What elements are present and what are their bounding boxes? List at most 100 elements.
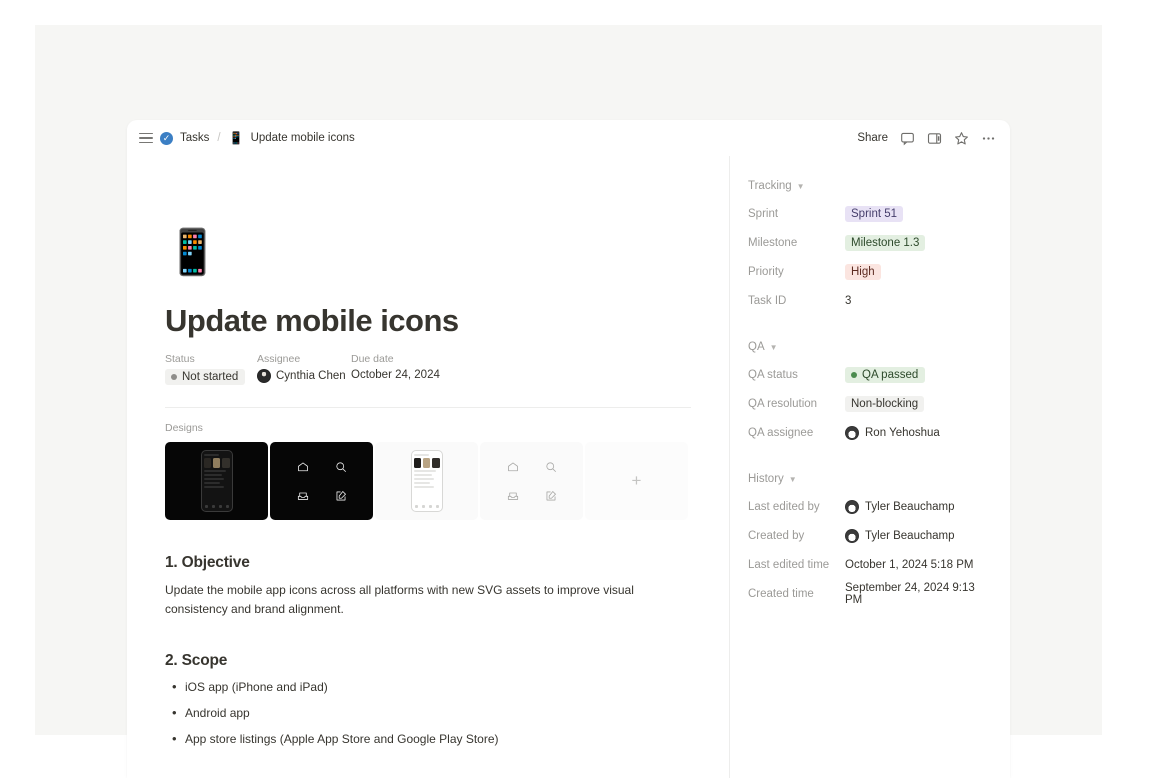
breadcrumb-current[interactable]: Update mobile icons [251, 132, 355, 144]
design-card-light-icons[interactable] [480, 442, 583, 520]
qa-resolution-badge: Non-blocking [845, 396, 925, 412]
page-title[interactable]: Update mobile icons [165, 303, 691, 339]
assignee-name: Cynthia Chen [276, 370, 346, 382]
page-properties: Status Not started Assignee Cynthia Chen [165, 353, 691, 385]
property-value[interactable]: Not started [165, 369, 257, 385]
side-section-history: History ▼ Last edited by Tyler Beauchamp… [748, 473, 986, 606]
side-section-qa: QA ▼ QA status QA passed QA resolution N… [748, 341, 986, 445]
row-key: Sprint [748, 208, 779, 220]
compose-icon [335, 490, 347, 502]
star-icon[interactable] [954, 131, 969, 146]
list-item: App store listings (Apple App Store and … [165, 729, 691, 749]
side-row-priority: Priority High [748, 260, 986, 284]
share-button[interactable]: Share [857, 132, 888, 144]
last-edited-time-value: October 1, 2024 5:18 PM [845, 559, 974, 571]
icon-set-dark [297, 461, 347, 502]
side-section-header-qa[interactable]: QA ▼ [748, 341, 986, 353]
app-window: ✓ Tasks / 📱 Update mobile icons Share 📱 … [127, 120, 1010, 778]
phone-mockup-dark [200, 450, 233, 512]
chevron-down-icon: ▼ [796, 181, 805, 191]
last-edited-by-name: Tyler Beauchamp [865, 501, 955, 513]
breadcrumb-separator: / [217, 132, 221, 144]
avatar [845, 529, 859, 543]
side-section-header-tracking[interactable]: Tracking ▼ [748, 180, 986, 192]
qa-status-badge: QA passed [845, 367, 926, 383]
row-key: QA status [748, 369, 798, 381]
side-row-last-edited-time: Last edited time October 1, 2024 5:18 PM [748, 553, 986, 577]
section-paragraph-objective: Update the mobile app icons across all p… [165, 583, 634, 616]
side-panel: Tracking ▼ Sprint Sprint 51 Milestone Mi… [730, 156, 1010, 778]
row-value[interactable]: QA passed [845, 367, 926, 383]
hamburger-icon[interactable] [139, 132, 153, 144]
row-key: Last edited by [748, 501, 820, 513]
topbar-actions: Share [857, 131, 996, 146]
side-row-created-by: Created by Tyler Beauchamp [748, 524, 986, 548]
design-card-add[interactable]: + [585, 442, 688, 520]
content-divider [165, 407, 691, 408]
home-icon [297, 461, 309, 473]
property-assignee: Assignee Cynthia Chen [257, 353, 351, 385]
more-options-icon[interactable] [981, 131, 996, 146]
list-item: iOS app (iPhone and iPad) [165, 677, 691, 697]
main-content: 📱 Update mobile icons Status Not started… [127, 156, 730, 778]
priority-badge: High [845, 264, 881, 280]
due-date-value[interactable]: October 24, 2024 [351, 369, 440, 381]
page-cover-emoji[interactable]: 📱 [165, 231, 691, 275]
row-value[interactable]: High [845, 264, 881, 280]
search-icon [545, 461, 557, 473]
row-value: Tyler Beauchamp [845, 500, 955, 514]
row-key: Created by [748, 530, 805, 542]
tasks-check-icon: ✓ [160, 131, 173, 145]
row-key: Milestone [748, 237, 798, 249]
mail-icon [507, 490, 519, 502]
avatar [845, 500, 859, 514]
property-label: Status [165, 353, 195, 365]
row-value[interactable]: Sprint 51 [845, 206, 904, 222]
side-row-last-edited-by: Last edited by Tyler Beauchamp [748, 495, 986, 519]
chevron-down-icon: ▼ [788, 474, 797, 484]
home-icon [507, 461, 519, 473]
property-due-date: Due date October 24, 2024 [351, 353, 440, 385]
side-row-qa-assignee: QA assignee Ron Yehoshua [748, 421, 986, 445]
section-heading-scope: 2. Scope [165, 652, 228, 670]
side-row-milestone: Milestone Milestone 1.3 [748, 231, 986, 255]
row-value: Tyler Beauchamp [845, 529, 955, 543]
property-label: Due date [351, 353, 394, 365]
status-badge[interactable]: Not started [165, 369, 246, 385]
row-value[interactable]: Non-blocking [845, 396, 925, 412]
qa-status-dot-icon [851, 372, 857, 378]
design-card-dark-phone[interactable] [165, 442, 268, 520]
side-row-qa-resolution: QA resolution Non-blocking [748, 392, 986, 416]
design-card-light-phone[interactable] [375, 442, 478, 520]
sprint-badge: Sprint 51 [845, 206, 904, 222]
window-body: 📱 Update mobile icons Status Not started… [127, 156, 1010, 778]
side-row-created-time: Created time September 24, 2024 9:13 PM [748, 582, 986, 606]
sidebar-panel-icon[interactable] [927, 131, 942, 146]
side-row-qa-status: QA status QA passed [748, 363, 986, 387]
row-key: Created time [748, 588, 814, 600]
created-time-value: September 24, 2024 9:13 PM [845, 582, 975, 606]
task-id-value[interactable]: 3 [845, 295, 851, 307]
side-section-title: History [748, 473, 784, 485]
property-value[interactable]: Cynthia Chen [257, 369, 351, 383]
breadcrumb-parent[interactable]: Tasks [180, 132, 209, 144]
row-key: QA resolution [748, 398, 818, 410]
side-row-sprint: Sprint Sprint 51 [748, 202, 986, 226]
search-icon [335, 461, 347, 473]
plus-icon: + [631, 471, 642, 490]
row-value[interactable]: Ron Yehoshua [845, 426, 940, 440]
design-card-dark-icons[interactable] [270, 442, 373, 520]
status-text: Not started [182, 371, 239, 383]
avatar [257, 369, 271, 383]
row-value[interactable]: Milestone 1.3 [845, 235, 926, 251]
status-dot-icon [171, 374, 177, 380]
row-key: Last edited time [748, 559, 830, 571]
side-row-task-id: Task ID 3 [748, 289, 986, 313]
designs-gallery: + [165, 442, 691, 520]
comment-icon[interactable] [900, 131, 915, 146]
side-section-title: QA [748, 341, 765, 353]
milestone-badge: Milestone 1.3 [845, 235, 926, 251]
row-key: Task ID [748, 295, 787, 307]
designs-label: Designs [165, 422, 203, 434]
side-section-header-history[interactable]: History ▼ [748, 473, 986, 485]
